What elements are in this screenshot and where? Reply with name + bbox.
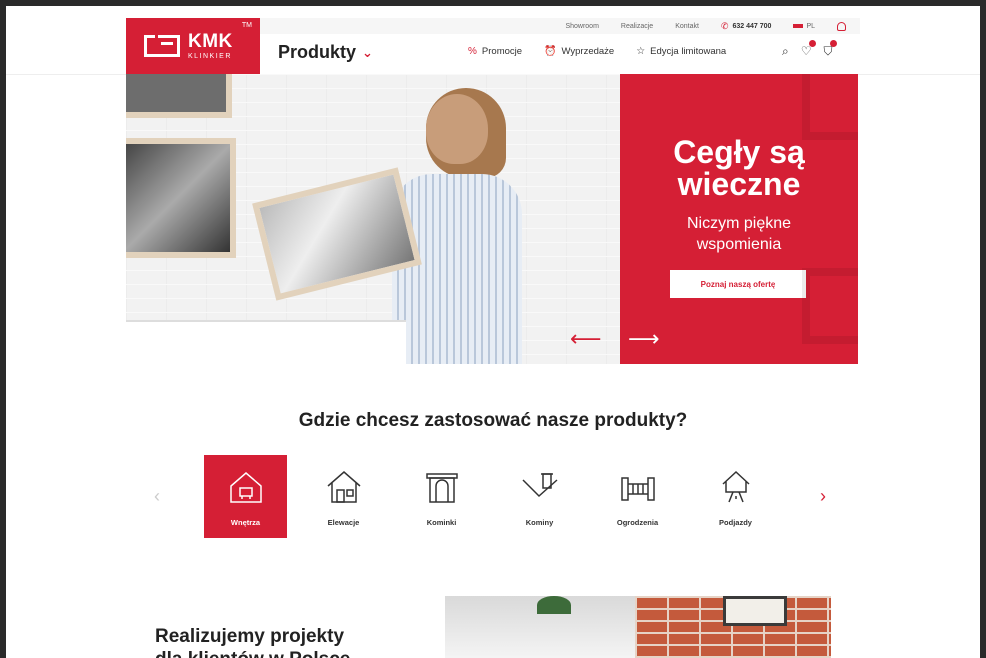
cart-bag-icon[interactable]: ⛉ — [824, 40, 837, 59]
white-shelf — [126, 320, 406, 364]
topbar-link-showroom[interactable]: Showroom — [565, 23, 598, 30]
products-menu-label: Produkty — [278, 42, 357, 62]
star-icon: ☆ — [636, 46, 646, 57]
browser-viewport: KMK KLINKIER TM Showroom Realizacje Kont… — [6, 6, 980, 658]
site-logo[interactable]: KMK KLINKIER TM — [126, 18, 260, 74]
chevron-right-icon[interactable]: › — [820, 486, 826, 507]
wall-frame — [723, 596, 787, 626]
topbar-link-realizacje[interactable]: Realizacje — [621, 23, 653, 30]
slider-next-arrow-icon[interactable]: ⟶ — [628, 326, 660, 352]
nav-edycja-label: Edycja limitowana — [650, 46, 727, 57]
wishlist-heart-icon[interactable]: ♡ — [801, 40, 816, 59]
category-elewacje[interactable]: Elewacje — [302, 455, 385, 538]
hero-cta-button[interactable]: Poznaj naszą ofertę — [670, 270, 806, 298]
category-label: Elewacje — [327, 518, 360, 527]
poland-flag-icon — [793, 24, 804, 28]
nav-wyprzedaze-label: Wyprzedaże — [561, 46, 615, 57]
percent-icon: % — [468, 46, 477, 57]
hero-title: Cegły są wieczne — [620, 136, 858, 200]
wall-frame-hands — [126, 138, 236, 258]
phone-icon: ✆ — [720, 20, 729, 31]
alarm-clock-icon: ⏰ — [544, 46, 557, 57]
nav-edycja-limitowana[interactable]: ☆ Edycja limitowana — [636, 46, 726, 57]
projects-photo — [445, 596, 831, 658]
projects-heading: Realizujemy projekty dla klientów w Pols… — [155, 626, 415, 658]
phone-link[interactable]: ✆ 632 447 700 — [721, 21, 771, 32]
language-label: PL — [806, 22, 815, 30]
language-switch[interactable]: PL — [793, 23, 815, 30]
hero-title-line2: wieczne — [677, 166, 801, 202]
logo-brand: KMK — [188, 31, 233, 52]
header-action-icons: ⌕ ♡ ⛉ — [782, 40, 837, 59]
fireplace-icon — [425, 473, 458, 503]
phone-number: 632 447 700 — [732, 22, 772, 30]
nav-promocje[interactable]: % Promocje — [468, 46, 522, 57]
hero-slider: Cegły są wieczne Niczym piękne wspomieni… — [126, 74, 858, 364]
logo-mark-icon — [144, 35, 180, 57]
chevron-down-icon: ⌄ — [362, 44, 373, 60]
category-kominki[interactable]: Kominki — [400, 455, 483, 538]
logo-sub: KLINKIER — [188, 53, 232, 60]
projects-heading-line1: Realizujemy projekty — [155, 626, 345, 647]
wall-frame — [126, 74, 232, 118]
hero-promo-panel: Cegły są wieczne Niczym piękne wspomieni… — [620, 74, 858, 364]
chimney-icon — [521, 473, 557, 498]
products-menu-button[interactable]: Produkty ⌄ — [278, 42, 373, 63]
category-ogrodzenia[interactable]: Ogrodzenia — [596, 455, 679, 538]
logo-trademark: TM — [241, 22, 252, 29]
hero-subtitle-line1: Niczym piękne — [686, 215, 792, 232]
nav-wyprzedaze[interactable]: ⏰ Wyprzedaże — [544, 46, 614, 57]
category-label: Wnętrza — [230, 518, 261, 527]
top-utility-bar: Showroom Realizacje Kontakt ✆ 632 447 70… — [260, 18, 860, 34]
category-wnetrza[interactable]: Wnętrza — [204, 455, 287, 538]
projects-heading-line2: dla klientów w Polsce — [155, 649, 415, 658]
applications-title: Gdzie chcesz zastosować nasze produkty? — [298, 410, 688, 431]
category-label: Kominy — [525, 518, 554, 527]
category-podjazdy[interactable]: Podjazdy — [694, 455, 777, 538]
hero-photo — [126, 74, 620, 364]
hero-subtitle-line2: wspomienia — [696, 235, 782, 253]
nav-promocje-label: Promocje — [481, 46, 523, 57]
slider-prev-arrow-icon[interactable]: ⟵ — [570, 326, 602, 352]
plant-pot — [537, 596, 571, 614]
category-label: Podjazdy — [719, 518, 752, 527]
user-account-icon[interactable] — [837, 21, 846, 31]
main-nav: % Promocje ⏰ Wyprzedaże ☆ Edycja limitow… — [468, 46, 726, 57]
chevron-left-icon[interactable]: ‹ — [154, 486, 160, 507]
application-categories: Wnętrza Elewacje Kominki Kominy Ogrodzen… — [204, 455, 777, 538]
search-icon[interactable]: ⌕ — [782, 44, 789, 59]
hero-title-line1: Cegły są — [673, 134, 805, 170]
category-label: Kominki — [426, 518, 457, 527]
wishlist-badge — [808, 40, 816, 47]
category-kominy[interactable]: Kominy — [498, 455, 581, 538]
category-label: Ogrodzenia — [616, 518, 659, 527]
interior-house-icon — [229, 472, 262, 503]
cart-badge — [829, 40, 837, 47]
topbar-link-kontakt[interactable]: Kontakt — [675, 23, 699, 30]
hero-subtitle: Niczym piękne wspomienia — [620, 214, 858, 256]
fence-icon — [620, 477, 655, 501]
facade-house-icon — [327, 471, 360, 503]
driveway-icon — [721, 470, 750, 503]
